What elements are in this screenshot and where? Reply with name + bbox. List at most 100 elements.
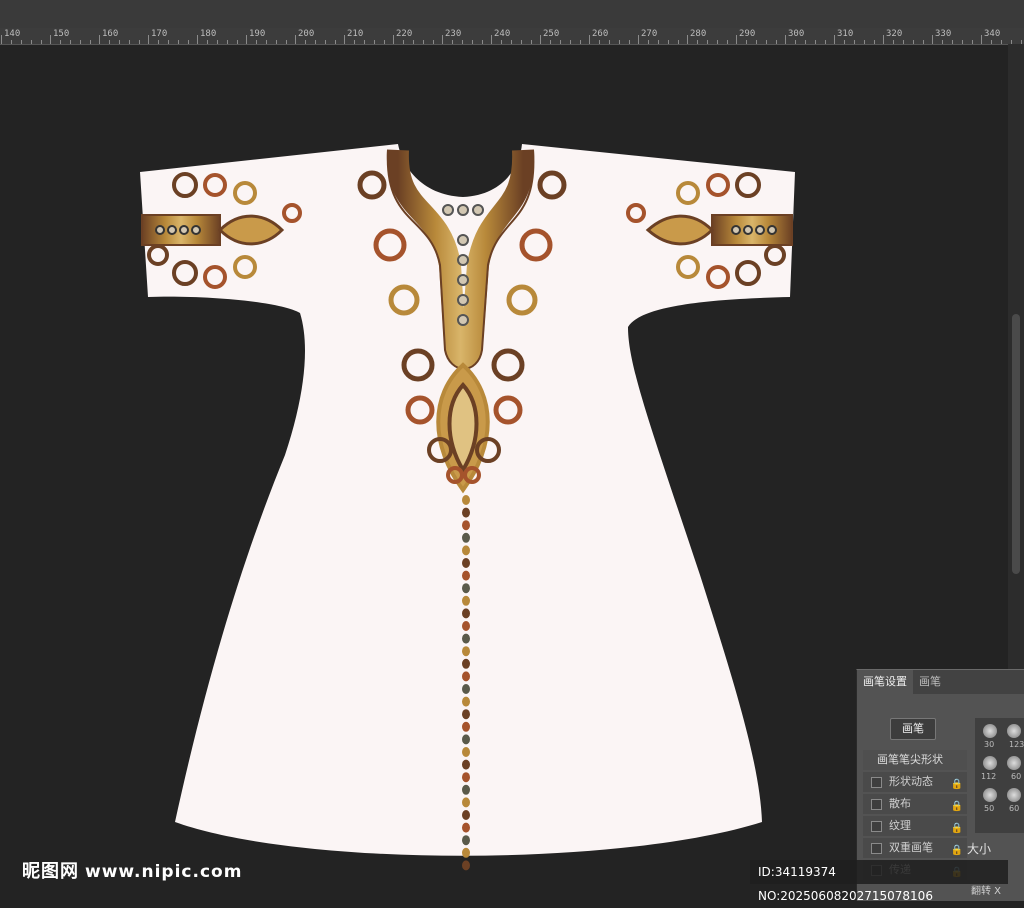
ruler-tick-label: 270: [641, 29, 658, 39]
ruler-tick: [276, 40, 277, 44]
ruler-tick: [678, 40, 679, 44]
flip-x-checkbox[interactable]: 翻转 X: [971, 882, 1001, 897]
panel-tabs: 画笔设置 画笔: [857, 670, 1024, 694]
site-watermark: 昵图网 www.nipic.com: [22, 857, 242, 883]
brush-preset-icon[interactable]: [1007, 756, 1021, 770]
ruler-tick: [707, 40, 708, 44]
ruler-tick-label: 210: [347, 29, 364, 39]
ruler-tick: [217, 40, 218, 44]
ruler-tick: [335, 40, 336, 44]
bead: [462, 646, 470, 657]
option-dual-brush[interactable]: 双重画笔 🔒: [863, 838, 967, 858]
ruler-tick: [246, 35, 247, 44]
ruler-tick: [31, 40, 32, 44]
ruler-tick: [638, 35, 639, 44]
checkbox[interactable]: [871, 777, 882, 788]
brush-preset-icon[interactable]: [983, 724, 997, 738]
ruler-tick-label: 310: [837, 29, 854, 39]
ruler-tick: [785, 35, 786, 44]
ruler-tick: [70, 40, 71, 44]
ruler-tick: [325, 40, 326, 44]
ruler-tick: [893, 40, 894, 44]
scrollbar-thumb[interactable]: [1012, 314, 1020, 574]
ruler-tick: [854, 40, 855, 44]
bead: [462, 570, 470, 581]
ruler-tick: [609, 40, 610, 44]
brush-preset-icon[interactable]: [983, 788, 997, 802]
checkbox[interactable]: [871, 821, 882, 832]
ruler-tick: [423, 40, 424, 44]
ruler-tick: [354, 40, 355, 44]
ruler-tick: [668, 40, 669, 44]
ruler-tick: [599, 40, 600, 44]
preset-size: 123: [1009, 740, 1024, 749]
ruler-tick: [227, 40, 228, 44]
tab-brushes[interactable]: 画笔: [913, 670, 947, 694]
ruler-tick-label: 200: [298, 29, 315, 39]
bead: [462, 696, 470, 707]
horizontal-ruler: 140 150 160 170 180 190 200 210 220 230 240 250 260 2…: [0, 28, 1024, 45]
ruler-tick: [932, 35, 933, 44]
ruler-tick: [805, 40, 806, 44]
bead: [462, 810, 470, 820]
brush-preset-icon[interactable]: [1007, 788, 1021, 802]
preset-size: 60: [1009, 804, 1020, 813]
ruler-tick: [109, 40, 110, 44]
lock-icon[interactable]: 🔒: [951, 797, 963, 817]
option-texture[interactable]: 纹理 🔒: [863, 816, 967, 836]
option-label: 形状动态: [889, 775, 933, 788]
lock-icon[interactable]: 🔒: [951, 841, 963, 861]
ruler-tick: [158, 40, 159, 44]
checkbox[interactable]: [871, 843, 882, 854]
ruler-tick-label: 300: [788, 29, 805, 39]
brand-logo-text: 昵图网: [22, 861, 79, 882]
ruler-tick: [589, 35, 590, 44]
ruler-tick: [658, 40, 659, 44]
ruler-tick: [99, 35, 100, 44]
ruler-tick-label: 230: [445, 29, 462, 39]
ruler-tick-label: 180: [200, 29, 217, 39]
lock-icon[interactable]: 🔒: [951, 775, 963, 795]
ruler-tick: [531, 40, 532, 44]
ruler-tick: [913, 40, 914, 44]
ruler-tick: [168, 40, 169, 44]
ruler-tick: [433, 40, 434, 44]
ruler-tick: [188, 40, 189, 44]
tab-brush-settings[interactable]: 画笔设置: [857, 670, 913, 694]
bead: [462, 759, 470, 770]
ruler-tick: [991, 40, 992, 44]
ruler-tick-label: 340: [984, 29, 1001, 39]
brushes-button[interactable]: 画笔: [890, 718, 936, 740]
ruler-tick: [844, 40, 845, 44]
ruler-tick: [629, 40, 630, 44]
ruler-tick: [139, 40, 140, 44]
option-shape-dynamics[interactable]: 形状动态 🔒: [863, 772, 967, 792]
ruler-tick: [403, 40, 404, 44]
ruler-tick: [374, 40, 375, 44]
ruler-tick: [50, 35, 51, 44]
ruler-tick: [462, 40, 463, 44]
ruler-tick: [511, 40, 512, 44]
ruler-tick-label: 330: [935, 29, 952, 39]
preset-size: 60: [1011, 772, 1022, 781]
ruler-tick: [286, 40, 287, 44]
bead: [462, 734, 470, 745]
lock-icon[interactable]: 🔒: [951, 819, 963, 839]
ruler-tick: [883, 35, 884, 44]
brush-tip-shape-item[interactable]: 画笔笔尖形状: [863, 750, 967, 770]
ruler-tick: [364, 40, 365, 44]
image-id-label: ID:34119374 NO:20250608202715078106: [750, 860, 1008, 903]
brush-presets-grid[interactable]: 30 123 112 60 50 60: [975, 718, 1024, 833]
option-label: 双重画笔: [889, 841, 933, 854]
checkbox[interactable]: [871, 799, 882, 810]
ruler-tick: [266, 40, 267, 44]
ruler-tick: [648, 40, 649, 44]
bead: [462, 633, 470, 644]
ruler-tick: [736, 35, 737, 44]
brush-preset-icon[interactable]: [1007, 724, 1021, 738]
bead: [462, 822, 470, 833]
brush-preset-icon[interactable]: [983, 756, 997, 770]
ruler-tick: [550, 40, 551, 44]
option-scattering[interactable]: 散布 🔒: [863, 794, 967, 814]
ruler-tick: [864, 40, 865, 44]
